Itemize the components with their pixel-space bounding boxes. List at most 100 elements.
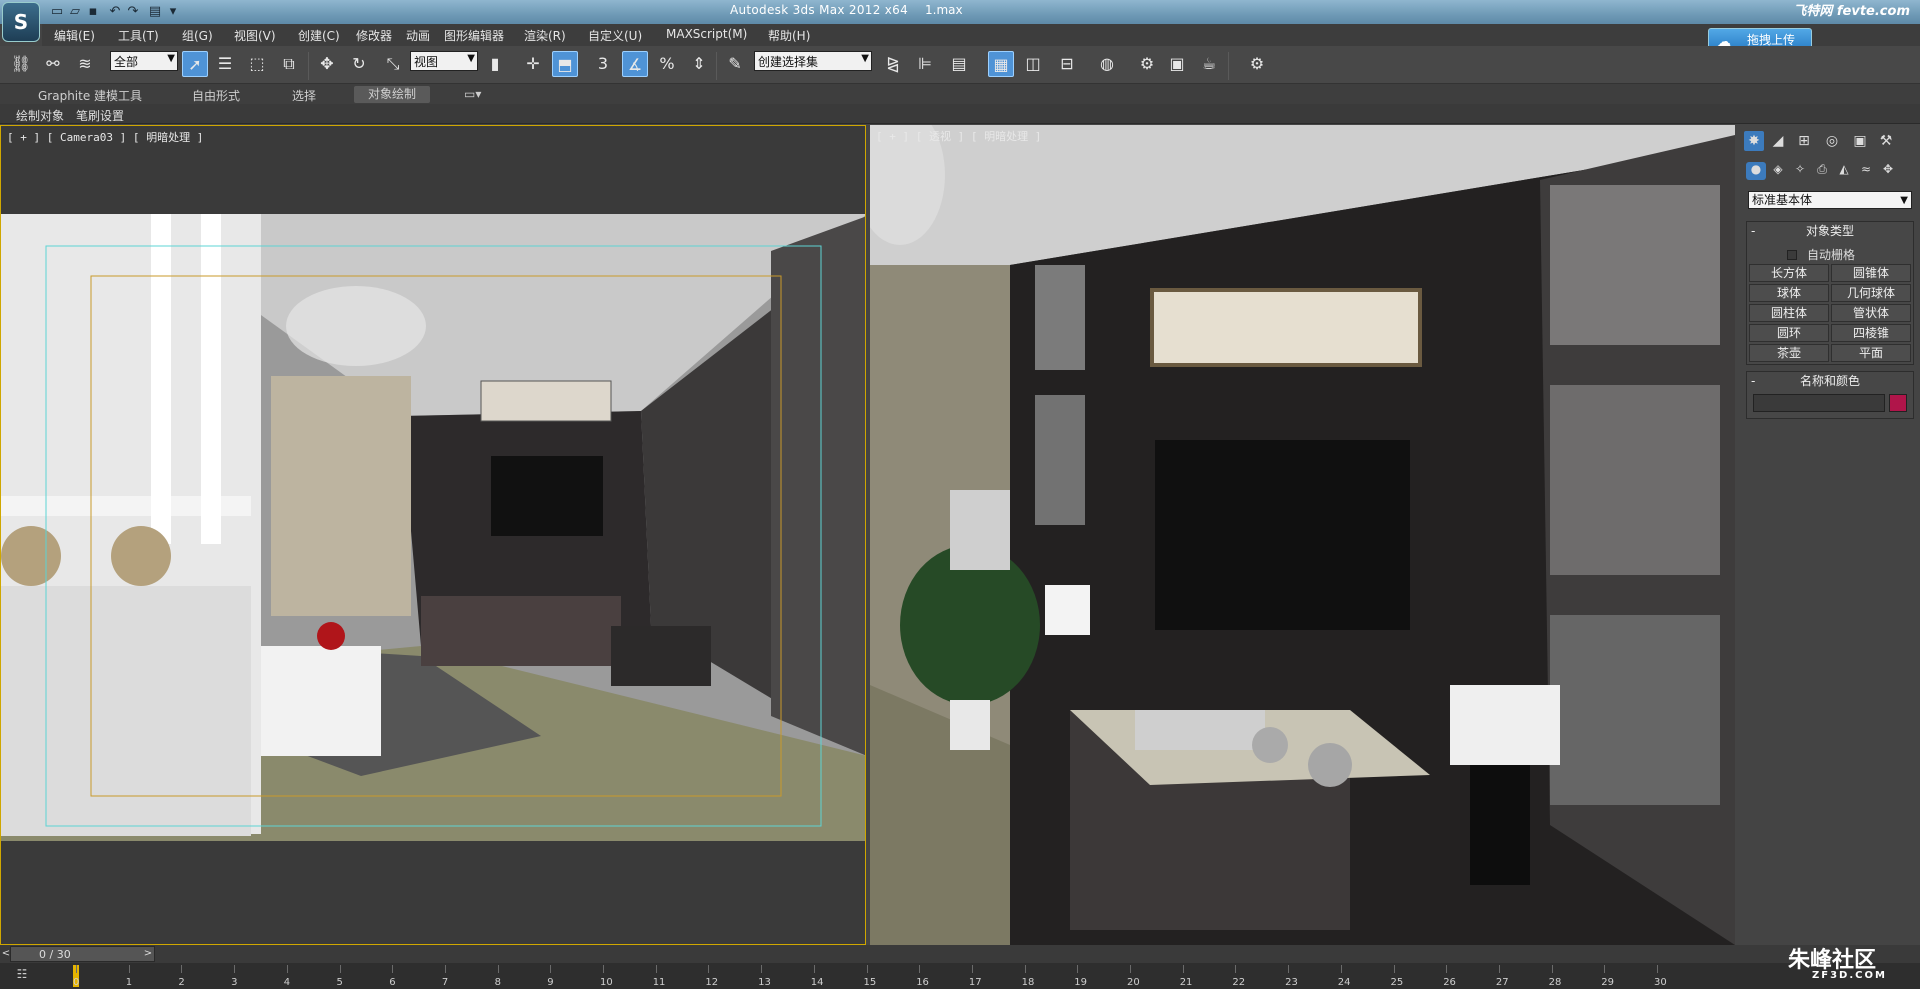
menu-edit[interactable]: 编辑(E) — [54, 27, 95, 44]
ribbon-options-icon[interactable]: ▭▾ — [464, 87, 481, 101]
app-menu-button[interactable]: S — [2, 2, 40, 42]
object-type-header[interactable]: - 对象类型 — [1747, 222, 1913, 240]
scene-explorer-icon[interactable]: ▦ — [988, 51, 1014, 77]
project-icon[interactable]: ▤ — [146, 3, 164, 21]
camera-viewport-label[interactable]: [ + ] [ Camera03 ] [ 明暗处理 ] — [7, 129, 203, 145]
systems-icon[interactable]: ✥ — [1878, 162, 1898, 180]
curve-editor-icon[interactable]: ◫ — [1020, 51, 1046, 77]
unlink-icon[interactable]: ⚯ — [40, 51, 66, 77]
material-editor-icon[interactable]: ◍ — [1094, 51, 1120, 77]
sphere-button[interactable]: 球体 — [1749, 284, 1829, 302]
rotate-icon[interactable]: ↻ — [346, 51, 372, 77]
geometry-icon[interactable]: ● — [1746, 162, 1766, 180]
mirror-icon[interactable]: ⧎ — [880, 51, 906, 77]
mini-curve-editor-icon[interactable]: ☷ — [8, 967, 36, 985]
menu-maxscript[interactable]: MAXScript(M) — [666, 27, 747, 41]
menu-help[interactable]: 帮助(H) — [768, 27, 810, 44]
autogrid-checkbox[interactable]: 自动栅格 — [1787, 246, 1855, 263]
menu-rendering[interactable]: 渲染(R) — [524, 27, 566, 44]
tab-object-paint[interactable]: 对象绘制 — [354, 86, 431, 103]
object-color-swatch[interactable] — [1889, 394, 1907, 412]
settings-gear-icon[interactable]: ⚙ — [1244, 51, 1270, 77]
torus-button[interactable]: 圆环 — [1749, 324, 1829, 342]
render-teapot-icon[interactable]: ☕ — [1196, 51, 1222, 77]
geosphere-button[interactable]: 几何球体 — [1831, 284, 1911, 302]
menu-modifiers[interactable]: 修改器 — [356, 27, 392, 44]
time-slider-handle[interactable]: 0 / 30 — [10, 946, 155, 962]
rectangle-selection-icon[interactable]: ⬚ — [244, 51, 270, 77]
cameras-icon[interactable]: ⎙ — [1812, 162, 1832, 180]
redo-icon[interactable]: ↷ — [124, 3, 142, 21]
tab-selection[interactable]: 选择 — [292, 87, 316, 104]
time-slider-next-arrow[interactable]: > — [142, 946, 154, 962]
align-icon[interactable]: ⊫ — [912, 51, 938, 77]
render-setup-icon[interactable]: ⚙ — [1134, 51, 1160, 77]
select-object-icon[interactable]: ➚ — [182, 51, 208, 77]
snaps-toggle-icon[interactable]: 3 — [590, 51, 616, 77]
link-icon[interactable]: ⛓ — [8, 51, 34, 77]
scale-icon[interactable]: ⤡ — [380, 51, 406, 77]
hierarchy-tab-icon[interactable]: ⊞ — [1794, 131, 1814, 151]
shapes-icon[interactable]: ◈ — [1768, 162, 1788, 180]
schematic-view-icon[interactable]: ⊟ — [1054, 51, 1080, 77]
tube-button[interactable]: 管状体 — [1831, 304, 1911, 322]
teapot-button[interactable]: 茶壶 — [1749, 344, 1829, 362]
bind-space-warp-icon[interactable]: ≋ — [72, 51, 98, 77]
lights-icon[interactable]: ✧ — [1790, 162, 1810, 180]
brush-settings-button[interactable]: 笔刷设置 — [76, 107, 124, 124]
geometry-category-dropdown[interactable]: 标准基本体 ▼ — [1748, 191, 1912, 209]
pivot-center-icon[interactable]: ▮ — [482, 51, 508, 77]
tab-graphite-modeling[interactable]: Graphite 建模工具 — [38, 87, 142, 104]
menu-animation[interactable]: 动画 — [406, 27, 430, 44]
keyboard-shortcut-override-icon[interactable]: ⬒ — [552, 51, 578, 77]
selection-filter-dropdown[interactable]: 全部 ▼ — [110, 51, 178, 71]
motion-tab-icon[interactable]: ◎ — [1822, 131, 1842, 151]
select-by-name-icon[interactable]: ☰ — [212, 51, 238, 77]
move-icon[interactable]: ✥ — [314, 51, 340, 77]
space-warps-icon[interactable]: ≈ — [1856, 162, 1876, 180]
track-tick-label: 10 — [600, 977, 613, 988]
select-manipulate-icon[interactable]: ✛ — [520, 51, 546, 77]
track-tick-label: 22 — [1232, 977, 1246, 988]
perspective-viewport-label[interactable]: [ + ] [ 透视 ] [ 明暗处理 ] — [876, 128, 1041, 144]
layer-manager-icon[interactable]: ▤ — [946, 51, 972, 77]
save-icon[interactable]: ▪ — [84, 3, 102, 21]
percent-snap-icon[interactable]: % — [654, 51, 680, 77]
create-tab-sun-icon[interactable]: ✸ — [1744, 131, 1764, 151]
new-icon[interactable]: ▭ — [48, 3, 66, 21]
object-name-input[interactable] — [1753, 394, 1885, 412]
cone-button[interactable]: 圆锥体 — [1831, 264, 1911, 282]
cylinder-button[interactable]: 圆柱体 — [1749, 304, 1829, 322]
plane-button[interactable]: 平面 — [1831, 344, 1911, 362]
modify-tab-icon[interactable]: ◢ — [1768, 131, 1788, 151]
spinner-snap-icon[interactable]: ⇕ — [686, 51, 712, 77]
edit-named-selection-icon[interactable]: ✎ — [722, 51, 748, 77]
angle-snap-icon[interactable]: ∡ — [622, 51, 648, 77]
tab-freeform[interactable]: 自由形式 — [192, 87, 240, 104]
chevron-down-icon[interactable]: ▾ — [164, 3, 182, 21]
open-icon[interactable]: ▱ — [66, 3, 84, 21]
display-tab-icon[interactable]: ▣ — [1850, 131, 1870, 151]
track-tick — [181, 965, 183, 973]
menu-create[interactable]: 创建(C) — [298, 27, 340, 44]
named-selection-dropdown[interactable]: 创建选择集 ▼ — [754, 51, 872, 71]
menu-views[interactable]: 视图(V) — [234, 27, 276, 44]
window-crossing-icon[interactable]: ⧉ — [276, 51, 302, 77]
reference-coord-dropdown[interactable]: 视图 ▼ — [410, 51, 478, 71]
helpers-icon[interactable]: ◭ — [1834, 162, 1854, 180]
menu-group[interactable]: 组(G) — [182, 27, 213, 44]
camera-viewport[interactable]: [ + ] [ Camera03 ] [ 明暗处理 ] — [0, 125, 866, 945]
pyramid-button[interactable]: 四棱锥 — [1831, 324, 1911, 342]
perspective-viewport[interactable]: [ + ] [ 透视 ] [ 明暗处理 ] — [870, 125, 1735, 945]
box-button[interactable]: 长方体 — [1749, 264, 1829, 282]
menu-graph-editors[interactable]: 图形编辑器 — [444, 27, 504, 44]
rendered-frame-icon[interactable]: ▣ — [1164, 51, 1190, 77]
utilities-tab-hammer-icon[interactable]: ⚒ — [1876, 131, 1896, 151]
paint-objects-button[interactable]: 绘制对象 — [16, 107, 64, 124]
menu-customize[interactable]: 自定义(U) — [588, 27, 642, 44]
track-tick-label: 0 — [73, 977, 80, 988]
name-and-color-header[interactable]: - 名称和颜色 — [1747, 372, 1913, 390]
track-bar[interactable]: ☷ 0 1 2 3 4 5 6 7 8 9 10 11 12 13 14 15 16 17 18 19 20 21 22 23… — [0, 963, 1920, 989]
undo-icon[interactable]: ↶ — [106, 3, 124, 21]
menu-tools[interactable]: 工具(T) — [118, 27, 159, 44]
